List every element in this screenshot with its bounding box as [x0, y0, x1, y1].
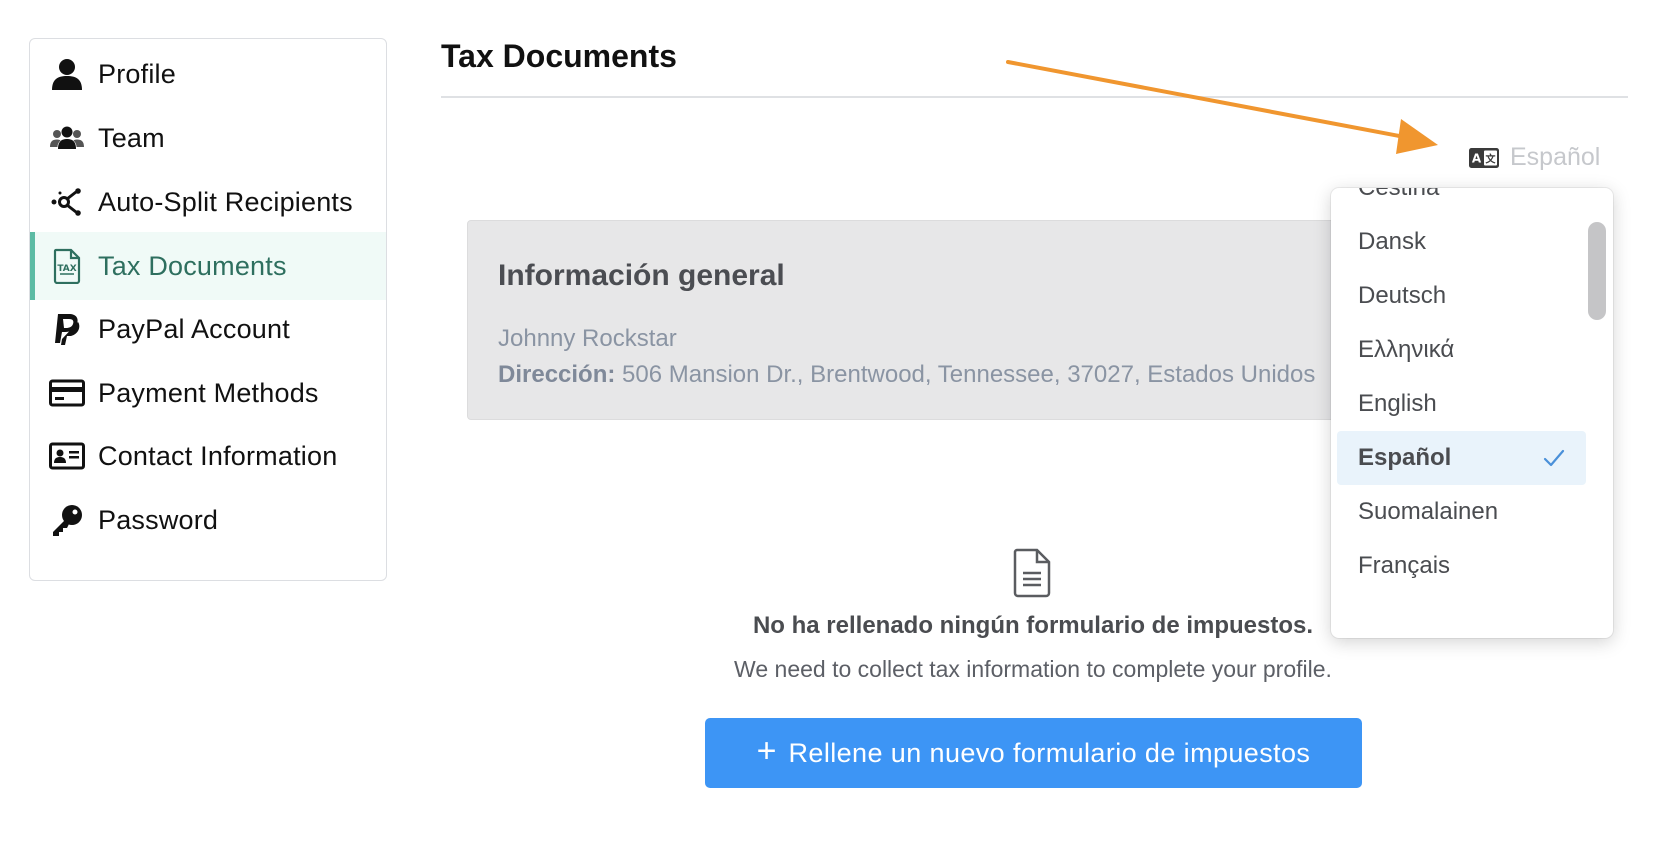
paypal-icon: [49, 311, 85, 347]
sidebar-item-label: Password: [98, 504, 219, 535]
svg-text:文: 文: [1486, 152, 1497, 165]
sidebar-item-contact-information[interactable]: Contact Information: [30, 422, 386, 490]
language-option-label: Español: [1358, 444, 1452, 471]
language-option-label: Dansk: [1358, 228, 1427, 255]
language-current-label: Español: [1510, 143, 1601, 171]
sidebar-item-password[interactable]: Password: [30, 486, 386, 554]
info-card-name: Johnny Rockstar: [498, 325, 677, 352]
sidebar-item-payment-methods[interactable]: Payment Methods: [30, 359, 386, 427]
language-option-label: English: [1358, 390, 1437, 417]
language-option[interactable]: Ελληνικά: [1337, 323, 1586, 377]
empty-state-subtitle: We need to collect tax information to co…: [734, 656, 1332, 682]
language-option-label: Suomalainen: [1358, 498, 1499, 525]
language-option-label: Čeština: [1358, 188, 1439, 202]
checkmark-icon: [1542, 446, 1566, 470]
user-icon: [49, 56, 85, 92]
split-icon: [49, 184, 85, 220]
language-option-selected[interactable]: Español: [1337, 431, 1586, 485]
page-title: Tax Documents: [441, 38, 677, 74]
language-option[interactable]: Deutsch: [1337, 269, 1586, 323]
users-icon: [49, 120, 85, 156]
svg-text:TAX: TAX: [57, 264, 76, 274]
document-icon: [1012, 548, 1052, 598]
sidebar-item-label: PayPal Account: [98, 313, 290, 344]
dropdown-scrollbar-thumb[interactable]: [1588, 222, 1606, 320]
sidebar-item-label: Payment Methods: [98, 377, 319, 408]
address-value: 506 Mansion Dr., Brentwood, Tennessee, 3…: [622, 361, 1316, 388]
language-option[interactable]: Dansk: [1337, 215, 1586, 269]
sidebar-item-label: Team: [98, 122, 165, 153]
address-label: Dirección:: [498, 361, 616, 388]
language-option-label: Deutsch: [1358, 282, 1447, 309]
language-option[interactable]: Čeština: [1337, 188, 1586, 215]
language-option-label: Ελληνικά: [1358, 336, 1455, 363]
sidebar-item-label: Tax Documents: [98, 250, 287, 281]
credit-card-icon: [49, 375, 85, 411]
settings-sidebar: Profile Team Auto-Split Recipients TAX T…: [29, 38, 387, 581]
language-option-label: Français: [1358, 552, 1451, 579]
sidebar-item-label: Auto-Split Recipients: [98, 186, 353, 217]
language-option[interactable]: Français: [1337, 539, 1586, 593]
id-card-icon: [49, 438, 85, 474]
new-tax-form-button[interactable]: + Rellene un nuevo formulario de impuest…: [705, 718, 1362, 788]
sidebar-item-tax-documents[interactable]: TAX Tax Documents: [30, 232, 386, 300]
tax-document-icon: TAX: [49, 248, 85, 284]
sidebar-item-team[interactable]: Team: [30, 104, 386, 172]
sidebar-item-label: Contact Information: [98, 440, 338, 471]
sidebar-item-paypal-account[interactable]: PayPal Account: [30, 295, 386, 363]
language-dropdown: Čeština Dansk Deutsch Ελληνικά English E…: [1331, 188, 1613, 638]
info-card-title: Información general: [498, 259, 785, 292]
general-info-card: Información general Johnny Rockstar Dire…: [467, 220, 1347, 420]
sidebar-item-label: Profile: [98, 58, 176, 89]
key-icon: [49, 502, 85, 538]
language-selector[interactable]: A文 Español: [1468, 143, 1600, 172]
svg-text:A: A: [1472, 151, 1482, 165]
language-option[interactable]: English: [1337, 377, 1586, 431]
translate-icon: A文: [1468, 147, 1500, 169]
sidebar-item-profile[interactable]: Profile: [30, 40, 386, 108]
divider: [441, 96, 1628, 98]
sidebar-item-auto-split-recipients[interactable]: Auto-Split Recipients: [30, 168, 386, 236]
language-option[interactable]: Suomalainen: [1337, 485, 1586, 539]
plus-icon: +: [756, 731, 777, 770]
info-card-address: Dirección: 506 Mansion Dr., Brentwood, T…: [498, 361, 1315, 389]
new-tax-form-button-label: Rellene un nuevo formulario de impuestos: [788, 737, 1311, 768]
